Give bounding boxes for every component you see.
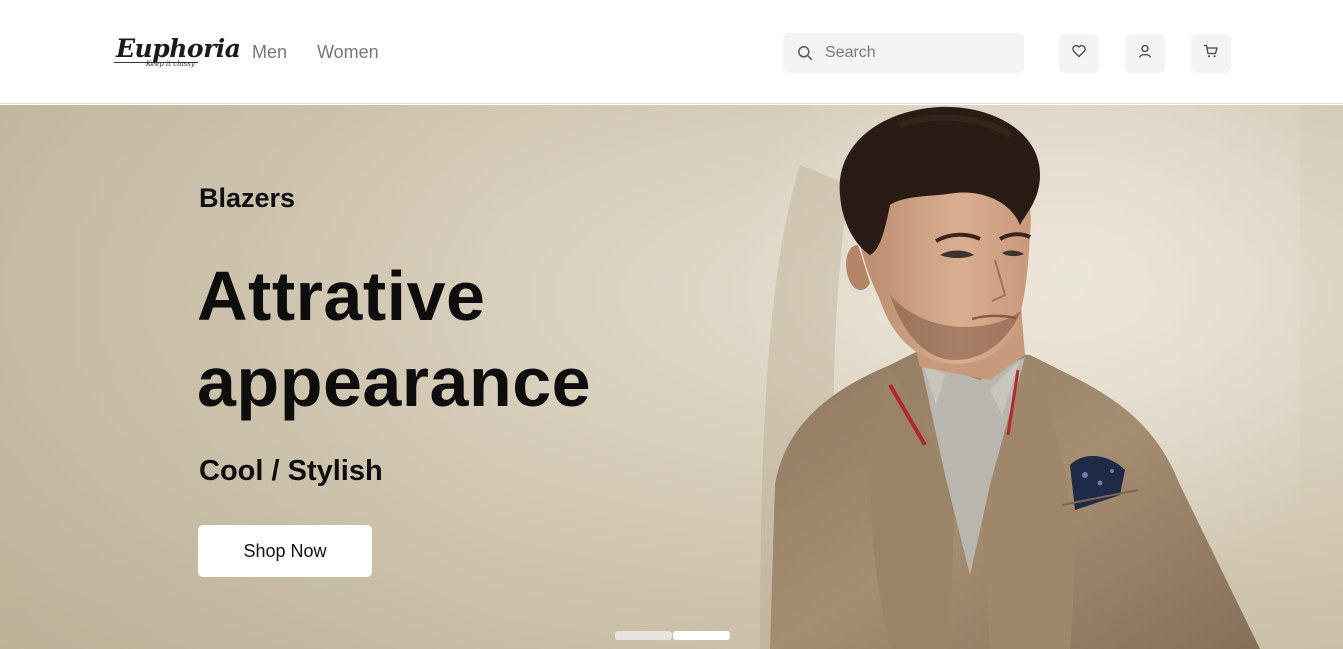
logo-wordmark: Euphoria <box>116 34 241 63</box>
hero-headline-line-2: appearance <box>197 343 592 421</box>
search-box[interactable] <box>783 33 1024 73</box>
cart-icon <box>1203 43 1219 64</box>
hero-subline: Cool / Stylish <box>199 455 383 487</box>
hero-category: Blazers <box>199 183 296 213</box>
heart-icon <box>1071 43 1087 64</box>
hero-model-image <box>740 105 1300 649</box>
slider-dot-1[interactable] <box>615 631 672 640</box>
hero-banner: Blazers Attrative appearance Cool / Styl… <box>0 105 1343 649</box>
account-button[interactable] <box>1125 34 1165 73</box>
nav-link-men[interactable]: Men <box>252 41 287 63</box>
site-header: Euphoria Keep it classy Men Women <box>0 0 1343 104</box>
user-icon <box>1137 43 1153 64</box>
slider-indicator <box>615 631 730 640</box>
search-input[interactable] <box>825 33 1015 73</box>
shop-now-button[interactable]: Shop Now <box>198 525 372 577</box>
slider-dot-2-active[interactable] <box>673 631 730 640</box>
cart-button[interactable] <box>1191 34 1231 73</box>
wishlist-button[interactable] <box>1059 34 1099 73</box>
hero-headline-line-1: Attrative <box>197 257 486 335</box>
nav-link-women[interactable]: Women <box>317 41 379 63</box>
brand-logo[interactable]: Euphoria Keep it classy <box>114 34 241 74</box>
logo-underline <box>114 62 198 63</box>
hero-headline: Attrative appearance <box>197 253 591 425</box>
search-icon <box>797 45 813 61</box>
